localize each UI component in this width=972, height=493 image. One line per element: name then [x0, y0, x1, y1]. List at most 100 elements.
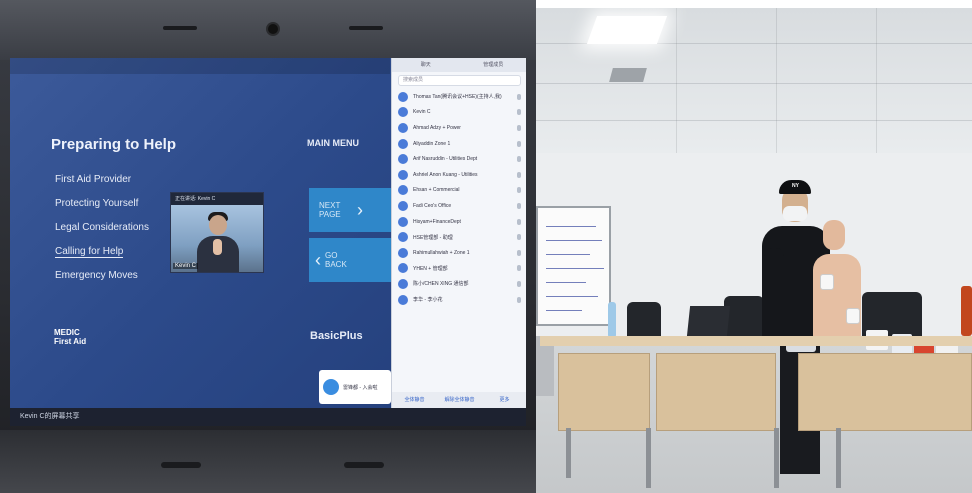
- menu-item-protecting-yourself[interactable]: Protecting Yourself: [55, 198, 138, 209]
- participant-name: Ahmad Adzy + Power: [413, 124, 461, 131]
- microphone-icon[interactable]: [517, 124, 521, 131]
- laptop-screen: Preparing to Help First Aid Provider Pro…: [10, 58, 526, 426]
- table-leg: [774, 428, 779, 488]
- participant-row[interactable]: Thomas Tan(腾讯会议+HSE)(主持人,我): [392, 89, 526, 105]
- laptop-hinge: [344, 462, 384, 468]
- tab-chat[interactable]: 聊天: [392, 58, 460, 72]
- video-name-tag: Kevin C: [173, 263, 199, 269]
- participant-avatar-icon: [398, 263, 408, 274]
- menu-item-emergency-moves[interactable]: Emergency Moves: [55, 270, 138, 281]
- next-page-label: NEXT PAGE: [319, 201, 341, 219]
- participant-avatar-icon: [398, 122, 408, 133]
- table-leg: [646, 428, 651, 488]
- participant-avatar-icon: [398, 138, 408, 149]
- microphone-icon[interactable]: [517, 109, 521, 116]
- unmute-all-button[interactable]: 解除全体静音: [437, 392, 482, 408]
- screen-share-bar: Kevin C的屏幕共享: [10, 408, 526, 426]
- participant-row[interactable]: Ahmad Adzy + Power: [392, 120, 526, 136]
- participant-avatar-icon: [398, 200, 408, 211]
- participant-name: 李华 - 李小花: [413, 297, 443, 304]
- microphone-icon[interactable]: [517, 140, 521, 147]
- mute-all-button[interactable]: 全体静音: [392, 392, 437, 408]
- microphone-icon[interactable]: [517, 296, 521, 303]
- participant-row[interactable]: Arif Nasruddin - Utilities Dept: [392, 151, 526, 167]
- participant-row[interactable]: Hisyam+FinanceDept: [392, 214, 526, 230]
- webcam: [268, 24, 278, 34]
- participant-name: Aliyaddin Zone 1: [413, 140, 451, 147]
- microphone-icon[interactable]: [517, 234, 521, 241]
- participant-row[interactable]: YHEN + 管理部: [392, 261, 526, 277]
- brand-label: BasicPlus: [310, 330, 363, 342]
- chair: [627, 302, 661, 338]
- whiteboard-writing: [546, 240, 602, 241]
- notification-text: 雷锋都 - 入会啦: [343, 384, 378, 391]
- menu-item-first-aid-provider[interactable]: First Aid Provider: [55, 174, 131, 185]
- microphone-icon[interactable]: [517, 218, 521, 225]
- bezel-slot: [349, 26, 383, 30]
- table-leg: [566, 428, 571, 478]
- whiteboard-writing: [546, 268, 604, 269]
- ceiling: [536, 8, 972, 153]
- video-tile[interactable]: 正在讲话: Kevin C Kevin C: [170, 192, 264, 273]
- participant-row[interactable]: Aliyaddin Zone 1: [392, 136, 526, 152]
- member-search-input[interactable]: 搜索成员: [398, 75, 521, 86]
- logo-text: MEDIC First Aid: [54, 328, 87, 346]
- screen-topbar: [10, 58, 390, 74]
- participant-name: Fadi Ceo's Office: [413, 202, 452, 209]
- participant-row[interactable]: Ehsan + Commercial: [392, 183, 526, 199]
- participant-name: Kevin C: [413, 109, 431, 116]
- participant-avatar-icon: [398, 278, 408, 289]
- whiteboard-writing: [546, 282, 586, 283]
- whiteboard: [536, 206, 611, 326]
- next-page-button[interactable]: NEXT PAGE ›: [309, 188, 397, 232]
- participant-row[interactable]: Ashriel Anon Kuang - Utilities: [392, 167, 526, 183]
- microphone-icon[interactable]: [517, 187, 521, 194]
- ceiling-vent: [609, 68, 647, 82]
- participant-avatar-icon: [398, 294, 408, 305]
- cap-logo: NY: [792, 183, 799, 189]
- participant-row[interactable]: 陈小/CHEN XING 通信部: [392, 276, 526, 292]
- participant-name: 陈小/CHEN XING 通信部: [413, 281, 469, 288]
- participant-list: Thomas Tan(腾讯会议+HSE)(主持人,我) Kevin C Ahmad …: [392, 89, 526, 307]
- microphone-icon[interactable]: [517, 171, 521, 178]
- participant-row[interactable]: HSE管理部 - 助理: [392, 229, 526, 245]
- more-button[interactable]: 更多: [482, 392, 526, 408]
- cpr-manikin-torso: [813, 254, 861, 342]
- chevron-right-icon: ›: [357, 199, 363, 220]
- microphone-icon[interactable]: [517, 280, 521, 287]
- ceiling-grid: [536, 120, 972, 121]
- whiteboard-writing: [546, 254, 590, 255]
- speaker-head: [209, 215, 227, 235]
- main-menu-button[interactable]: MAIN MENU: [307, 138, 359, 148]
- menu-item-legal-considerations[interactable]: Legal Considerations: [55, 222, 149, 233]
- participant-avatar-icon: [398, 107, 408, 118]
- fire-extinguisher: [961, 286, 972, 336]
- go-back-button[interactable]: ‹ GO BACK: [309, 238, 397, 282]
- aed-pad: [820, 274, 834, 290]
- training-table: [540, 336, 972, 346]
- join-notification: 雷锋都 - 入会啦: [319, 370, 391, 404]
- speaker-hands: [213, 239, 222, 255]
- participant-avatar-icon: [398, 154, 408, 165]
- menu-item-calling-for-help[interactable]: Calling for Help: [55, 246, 124, 258]
- microphone-icon[interactable]: [517, 93, 521, 100]
- participant-name: Arif Nasruddin - Utilities Dept: [413, 156, 478, 163]
- panel-tabs: 聊天 管理成员: [392, 58, 526, 72]
- participant-row[interactable]: Fadi Ceo's Office: [392, 198, 526, 214]
- cpr-manikin-head: [823, 220, 845, 250]
- participant-row[interactable]: 李华 - 李小花: [392, 292, 526, 308]
- table-panel: [656, 353, 776, 431]
- whiteboard-writing: [546, 226, 596, 227]
- tab-manage-members[interactable]: 管理成员: [460, 58, 527, 72]
- microphone-icon[interactable]: [517, 156, 521, 163]
- microphone-icon[interactable]: [517, 249, 521, 256]
- participant-name: Thomas Tan(腾讯会议+HSE)(主持人,我): [413, 94, 502, 101]
- participant-row[interactable]: Rahimullahwiah + Zone 1: [392, 245, 526, 261]
- participant-name: Ehsan + Commercial: [413, 187, 460, 194]
- microphone-icon[interactable]: [517, 202, 521, 209]
- laptop-hinge: [161, 462, 201, 468]
- participant-row[interactable]: Kevin C: [392, 105, 526, 121]
- user-avatar-icon: [323, 379, 339, 395]
- participant-name: HSE管理部 - 助理: [413, 234, 453, 241]
- microphone-icon[interactable]: [517, 265, 521, 272]
